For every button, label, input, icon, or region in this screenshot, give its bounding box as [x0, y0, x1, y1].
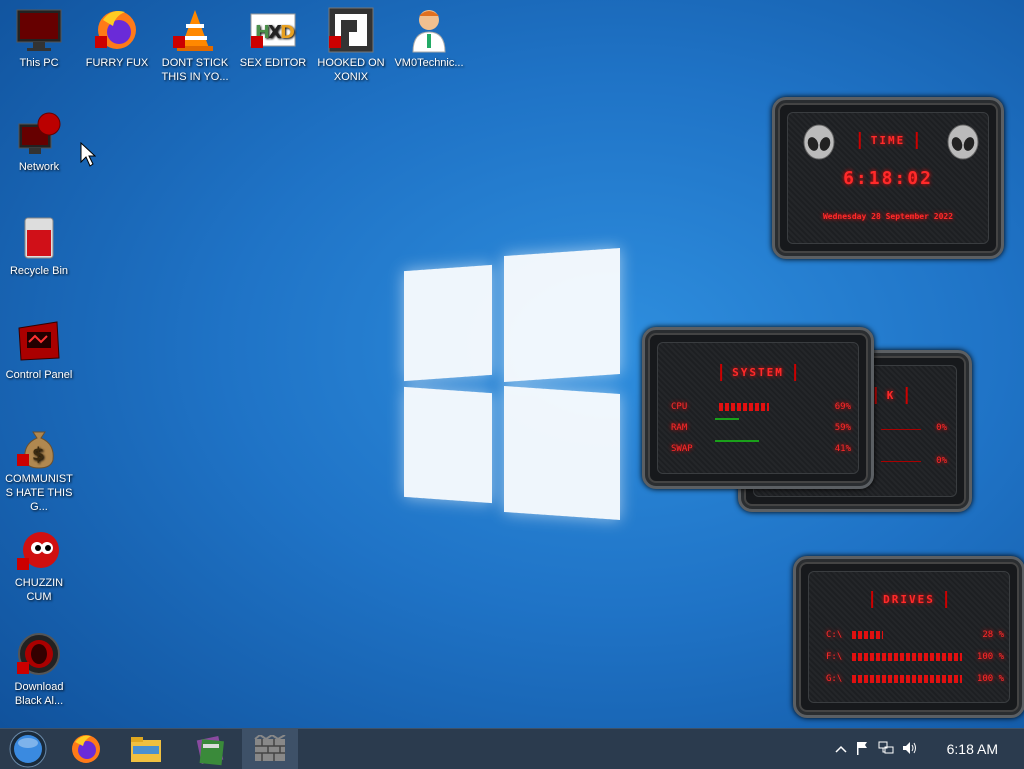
- taskbar-clock[interactable]: 6:18 AM: [947, 729, 998, 769]
- system-gadget-title: SYSTEM: [720, 364, 796, 381]
- desktop-icon-label: Network: [18, 161, 60, 173]
- doctor-icon: [405, 6, 453, 54]
- system-tray: [832, 729, 922, 769]
- network-status-icon[interactable]: [874, 741, 898, 758]
- svg-text:D: D: [280, 22, 295, 43]
- cpu-bar: [719, 403, 769, 411]
- desktop-icon-label: SEX EDITOR: [239, 57, 307, 69]
- network-icon: [15, 110, 63, 158]
- desktop-icon-label: This PC: [19, 57, 59, 69]
- taskbar: 6:18 AM: [0, 728, 1024, 769]
- desktop-icon-label: HOOKED ON XONIX: [317, 57, 385, 83]
- swap-bar: [715, 440, 759, 442]
- drive-g-bar: [852, 675, 962, 683]
- drive-g-value: 100 %: [976, 674, 1004, 684]
- drive-c-bar: [852, 631, 883, 639]
- control-panel-icon: [15, 318, 63, 366]
- desktop-icon-sex-editor[interactable]: HXD SEX EDITOR: [236, 6, 310, 70]
- wall-app-icon: [254, 735, 286, 761]
- hxd-icon: HXD: [249, 6, 297, 54]
- desktop-icon-label: COMMUNISTS HATE THIS G...: [5, 473, 73, 513]
- system-gadget[interactable]: SYSTEM CPU 69% RAM 59% SWAP 41%: [642, 327, 874, 489]
- start-button[interactable]: [0, 729, 56, 769]
- desktop-icon-label: Recycle Bin: [9, 265, 69, 277]
- vlc-icon: [171, 6, 219, 54]
- volume-icon[interactable]: [898, 741, 922, 758]
- drive-f-value: 100 %: [976, 652, 1004, 662]
- firefox-icon: [72, 735, 100, 763]
- chevron-up-icon[interactable]: [832, 742, 850, 756]
- drive-f-bar: [852, 653, 962, 661]
- chuzzle-icon: [15, 526, 63, 574]
- desktop-icon-control-panel[interactable]: Control Panel: [2, 318, 76, 382]
- cpu-label: CPU: [671, 402, 688, 412]
- taskbar-firefox-button[interactable]: [58, 729, 114, 769]
- drive-f-label: F:\: [826, 652, 843, 662]
- file-explorer-icon: [131, 737, 161, 762]
- swap-value: 41%: [834, 444, 851, 454]
- xonix-icon: [327, 6, 375, 54]
- alien-head-icon: [947, 124, 979, 160]
- taskbar-winrar-button[interactable]: [182, 729, 238, 769]
- desktop-icon-label: Control Panel: [5, 369, 73, 381]
- swap-label: SWAP: [671, 444, 693, 454]
- ram-bar: [715, 418, 739, 420]
- alien-icon: [15, 630, 63, 678]
- recycle-bin-icon: [15, 214, 63, 262]
- network-gadget-value: 0%: [936, 456, 947, 466]
- desktop-icon-download-black-alien[interactable]: Download Black Al...: [2, 630, 76, 708]
- time-gadget-date: Wednesday 28 September 2022: [822, 212, 954, 221]
- network-gadget-value: 0%: [936, 423, 947, 433]
- flag-icon[interactable]: [850, 741, 874, 758]
- time-gadget[interactable]: TIME 6:18:02 Wednesday 28 September 2022: [772, 97, 1004, 259]
- windows-logo-wallpaper: [404, 238, 620, 528]
- winrar-icon: [196, 735, 224, 766]
- svg-text:$: $: [32, 444, 45, 465]
- desktop-icon-hooked-on-xonix[interactable]: HOOKED ON XONIX: [314, 6, 388, 84]
- desktop-icon-label: CHUZZIN CUM: [14, 577, 64, 603]
- drive-c-label: C:\: [826, 630, 843, 640]
- desktop-icon-network[interactable]: Network: [2, 110, 76, 174]
- desktop-icon-label: VM0Technic...: [394, 57, 464, 69]
- desktop-icon-recycle-bin[interactable]: Recycle Bin: [2, 214, 76, 278]
- mouse-cursor-icon: [80, 142, 96, 167]
- firefox-icon: [93, 6, 141, 54]
- desktop-icon-furry-fux[interactable]: FURRY FUX: [80, 6, 154, 70]
- desktop-icon-this-pc[interactable]: This PC: [2, 6, 76, 70]
- taskbar-wall-app-button[interactable]: [242, 729, 298, 769]
- time-gadget-time: 6:18:02: [843, 168, 933, 189]
- ram-label: RAM: [671, 423, 688, 433]
- alien-head-icon: [803, 124, 835, 160]
- desktop-icon-communists[interactable]: $ COMMUNISTS HATE THIS G...: [2, 422, 76, 514]
- ram-value: 59%: [834, 423, 851, 433]
- desktop-icon-label: DONT STICK THIS IN YO...: [161, 57, 229, 83]
- desktop-icon-chuzzin[interactable]: CHUZZIN CUM: [2, 526, 76, 604]
- monitor-icon: [15, 6, 63, 54]
- cpu-value: 69%: [834, 402, 851, 412]
- desktop-icon-label: FURRY FUX: [85, 57, 149, 69]
- network-gadget-title: K: [874, 387, 908, 404]
- drive-c-value: 28 %: [982, 630, 1004, 640]
- desktop-icon-vm0technic[interactable]: VM0Technic...: [392, 6, 466, 70]
- drives-gadget-title: DRIVES: [871, 591, 947, 608]
- drives-gadget[interactable]: DRIVES C:\ 28 % F:\ 100 % G:\ 100 %: [793, 556, 1024, 718]
- money-bag-icon: $: [15, 422, 63, 470]
- desktop-icon-vlc[interactable]: DONT STICK THIS IN YO...: [158, 6, 232, 84]
- drive-g-label: G:\: [826, 674, 843, 684]
- start-orb-icon: [9, 730, 47, 768]
- desktop-icon-label: Download Black Al...: [14, 681, 64, 707]
- time-gadget-title: TIME: [858, 132, 918, 149]
- taskbar-file-explorer-button[interactable]: [118, 729, 174, 769]
